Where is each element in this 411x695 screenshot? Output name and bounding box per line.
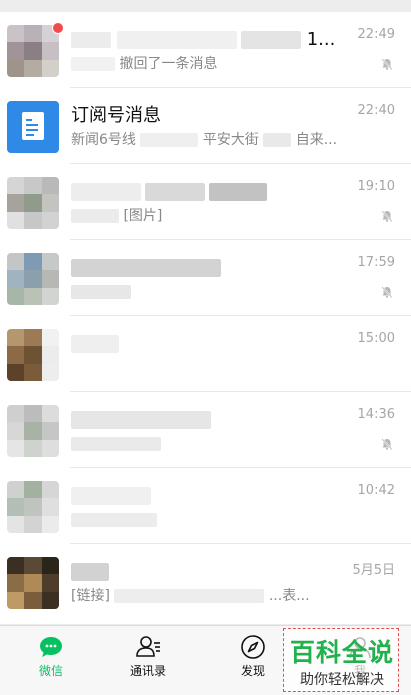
chat-preview-text: 撤回了一条消息 — [119, 56, 218, 72]
tab-chats[interactable]: 微信 — [0, 626, 102, 695]
subscription-avatar[interactable] — [7, 101, 59, 153]
contact-avatar[interactable] — [7, 177, 59, 229]
chat-title — [71, 406, 211, 434]
chat-row[interactable]: 1... 撤回了一条消息 22:49 — [0, 12, 411, 88]
mute-bell-icon — [381, 58, 393, 71]
contact-avatar[interactable] — [7, 557, 59, 609]
chat-bubble-icon — [40, 637, 62, 657]
chat-title — [71, 178, 267, 206]
contact-avatar[interactable] — [7, 329, 59, 381]
chat-preview — [71, 281, 131, 303]
contact-avatar[interactable] — [7, 481, 59, 533]
chat-preview — [71, 509, 157, 531]
mute-bell-icon — [381, 438, 393, 451]
chat-preview: 撤回了一条消息 — [71, 53, 217, 75]
chat-row[interactable]: 14:36 — [0, 392, 411, 468]
chat-title — [71, 330, 119, 358]
chat-row[interactable]: [链接] ...表... 5月5日 — [0, 544, 411, 620]
chat-title: 1... — [71, 26, 335, 54]
chat-row[interactable]: 15:00 — [0, 316, 411, 392]
preview-part: 自来... — [295, 132, 338, 148]
chat-row[interactable]: 17:59 — [0, 240, 411, 316]
chat-time: 17:59 — [357, 255, 395, 270]
contact-avatar[interactable] — [7, 405, 59, 457]
chat-title — [71, 254, 221, 282]
watermark-subtitle: 助你轻松解决 — [300, 672, 384, 688]
contact-avatar[interactable] — [7, 253, 59, 305]
unread-badge — [52, 22, 64, 34]
chat-title: 订阅号消息 — [71, 105, 161, 126]
chat-preview: 新闻6号线 平安大街 自来... — [71, 129, 337, 151]
wechat-chat-list-screen: 1... 撤回了一条消息 22:49 订阅号消息 新闻6号线 平安大街 自来..… — [0, 0, 411, 695]
chat-time: 22:49 — [357, 27, 395, 42]
tab-label: 通讯录 — [129, 664, 166, 678]
chat-title — [71, 558, 109, 586]
chat-row[interactable]: 10:42 — [0, 468, 411, 544]
watermark-title: 百科全说 — [289, 638, 394, 667]
chat-preview-text: [图片] — [123, 208, 163, 224]
chat-preview: [链接] ...表... — [71, 585, 310, 607]
chat-time: 14:36 — [357, 407, 395, 422]
watermark-logo: 百科全说 助你轻松解决 — [283, 628, 399, 692]
chat-time: 5月5日 — [352, 563, 395, 578]
chat-time: 22:40 — [357, 103, 395, 118]
tab-label: 微信 — [38, 664, 63, 678]
chat-preview: [图片] — [71, 205, 162, 227]
chat-time: 15:00 — [357, 331, 395, 346]
chat-time: 10:42 — [357, 483, 395, 498]
status-strip — [0, 0, 411, 12]
preview-part: 平安大街 — [202, 132, 259, 148]
mute-bell-icon — [381, 210, 393, 223]
chat-title-text: 1... — [306, 29, 336, 50]
tab-contacts[interactable]: 通讯录 — [97, 626, 199, 695]
chat-time: 19:10 — [357, 179, 395, 194]
contact-avatar[interactable] — [7, 25, 59, 77]
chat-row-subscriptions[interactable]: 订阅号消息 新闻6号线 平安大街 自来... 22:40 — [0, 88, 411, 164]
chat-preview — [71, 433, 161, 455]
mute-bell-icon — [381, 286, 393, 299]
chat-row[interactable]: [图片] 19:10 — [0, 164, 411, 240]
preview-part: ...表... — [268, 588, 310, 604]
chat-list[interactable]: 1... 撤回了一条消息 22:49 订阅号消息 新闻6号线 平安大街 自来..… — [0, 12, 411, 624]
compass-icon — [241, 635, 265, 659]
document-icon — [22, 112, 44, 140]
contacts-icon — [136, 636, 160, 657]
chat-title — [71, 482, 151, 510]
preview-part: 新闻6号线 — [71, 132, 136, 148]
preview-part: [链接] — [71, 588, 110, 604]
